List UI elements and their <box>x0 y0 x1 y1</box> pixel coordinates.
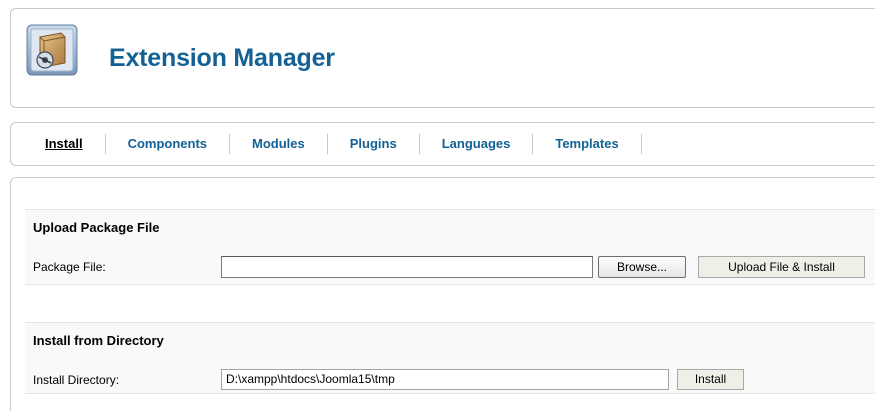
extension-box-icon <box>26 24 78 76</box>
main-panel: Upload Package File Package File: Browse… <box>10 177 875 411</box>
tab-list: Install Components Modules Plugins Langu… <box>11 134 642 154</box>
package-file-label: Package File: <box>33 260 106 274</box>
tab-plugins[interactable]: Plugins <box>328 134 420 154</box>
install-directory-section: Install from Directory Install Directory… <box>25 322 875 394</box>
install-directory-row: Install Directory: D:\xampp\htdocs\Jooml… <box>25 369 875 395</box>
tab-modules[interactable]: Modules <box>230 134 328 154</box>
install-button[interactable]: Install <box>677 369 744 390</box>
package-file-row: Package File: Browse... Upload File & In… <box>25 256 875 282</box>
page-title: Extension Manager <box>109 44 335 72</box>
extension-manager-page: Extension Manager Install Components Mod… <box>0 0 875 411</box>
upload-package-section: Upload Package File Package File: Browse… <box>25 209 875 285</box>
tab-languages[interactable]: Languages <box>420 134 534 154</box>
tab-bar: Install Components Modules Plugins Langu… <box>10 122 875 166</box>
section-heading: Upload Package File <box>33 220 160 235</box>
package-file-input[interactable] <box>221 256 593 278</box>
section-heading: Install from Directory <box>33 333 164 348</box>
tab-install[interactable]: Install <box>11 134 106 154</box>
header-panel: Extension Manager <box>10 8 875 108</box>
upload-install-button[interactable]: Upload File & Install <box>698 256 865 278</box>
install-directory-label: Install Directory: <box>33 373 120 387</box>
tab-components[interactable]: Components <box>106 134 231 154</box>
install-directory-input[interactable]: D:\xampp\htdocs\Joomla15\tmp <box>221 369 669 390</box>
browse-button[interactable]: Browse... <box>598 256 686 278</box>
tab-templates[interactable]: Templates <box>533 134 642 154</box>
